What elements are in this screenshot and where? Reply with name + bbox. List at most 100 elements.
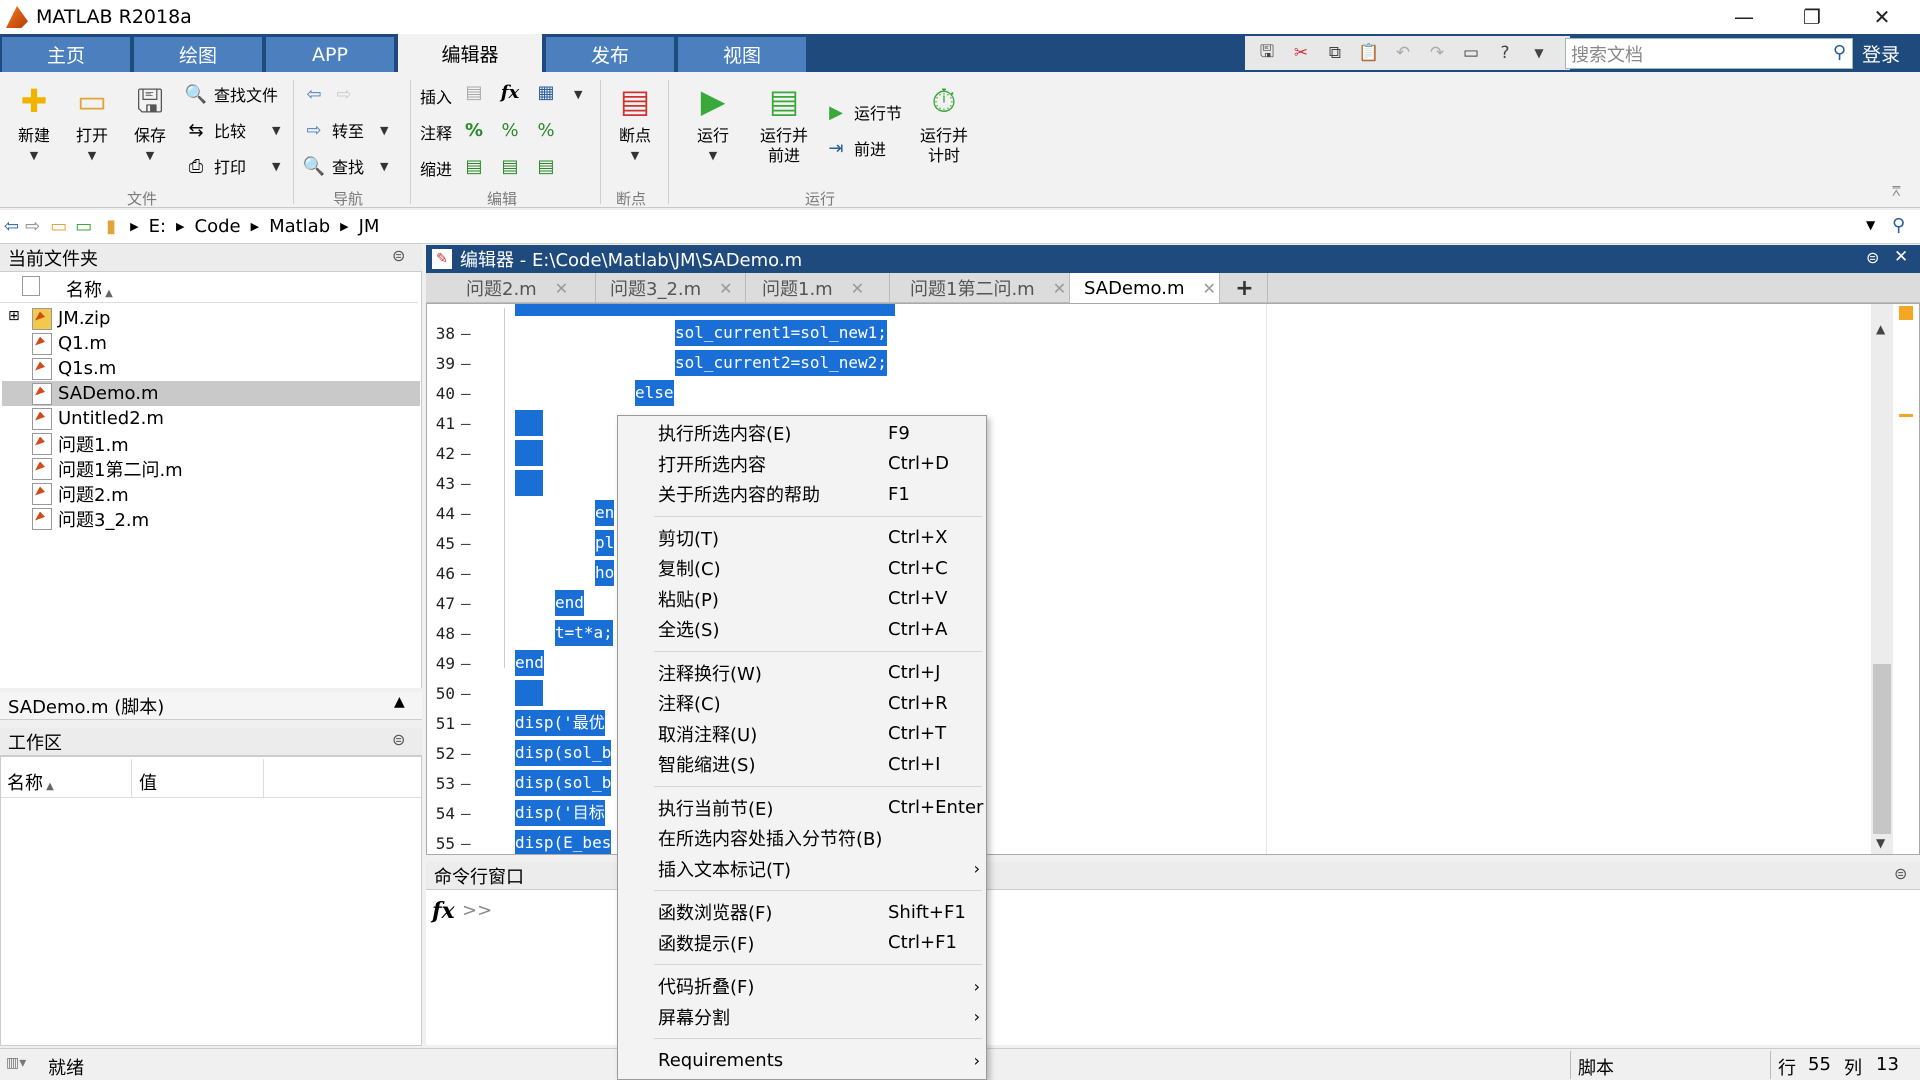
code-line[interactable]: disp(E_bes xyxy=(515,830,612,854)
file-list-item[interactable]: ⊞ JM.zip xyxy=(2,306,420,331)
file-list-item[interactable]: Q1.m xyxy=(2,331,420,356)
menu-item[interactable]: 插入文本标记(T) › xyxy=(618,854,986,884)
advance-button[interactable]: ⇥ 前进 xyxy=(824,136,886,160)
search-docs-input[interactable]: 搜索文档 ⚲ xyxy=(1565,38,1853,69)
browse-folder-icon[interactable]: ▭ xyxy=(75,216,92,237)
code-line[interactable] xyxy=(515,470,543,496)
menu-item[interactable]: 全选(S) Ctrl+A xyxy=(618,614,986,644)
tab-home[interactable]: 主页 xyxy=(2,37,130,72)
code-line[interactable]: disp(sol_b xyxy=(515,770,612,796)
file-list-item[interactable]: Q1s.m xyxy=(2,356,420,381)
insert-section-icon[interactable]: ▤ xyxy=(462,80,486,104)
breadcrumb-jm[interactable]: JM xyxy=(359,216,380,237)
decrease-indent-icon[interactable]: ▤ xyxy=(534,154,558,178)
menu-item[interactable]: 函数提示(F) Ctrl+F1 xyxy=(618,928,986,958)
code-line[interactable]: en xyxy=(595,500,615,526)
vertical-scrollbar[interactable]: ▲ ▼ xyxy=(1871,304,1893,854)
insert-function-icon[interactable]: ▦ xyxy=(534,80,558,104)
code-line[interactable]: pl xyxy=(595,530,615,556)
menu-item[interactable]: 屏幕分割 › xyxy=(618,1002,986,1032)
file-list-item[interactable]: 问题1第二问.m xyxy=(2,456,420,481)
run-and-advance-button[interactable]: ▤ 运行并 前进 xyxy=(756,82,812,166)
menu-item[interactable]: 注释(C) Ctrl+R xyxy=(618,688,986,718)
code-line[interactable]: sol_current2=sol_new2; xyxy=(675,350,887,376)
menu-item[interactable]: 复制(C) Ctrl+C xyxy=(618,553,986,583)
menu-item[interactable]: 智能缩进(S) Ctrl+I xyxy=(618,749,986,779)
menu-item[interactable]: 注释换行(W) Ctrl+J xyxy=(618,658,986,688)
add-tab-button[interactable]: + xyxy=(1222,273,1268,303)
find-button[interactable]: 🔍 查找 ▼ xyxy=(302,154,389,178)
close-tab-icon[interactable]: ✕ xyxy=(719,279,732,298)
chevron-down-icon[interactable]: ▼ xyxy=(574,88,582,101)
close-tab-icon[interactable]: ✕ xyxy=(1203,279,1216,298)
login-button[interactable]: 登录 xyxy=(1862,40,1900,67)
paste-icon[interactable]: 📋 xyxy=(1355,40,1383,66)
search-icon[interactable]: ⚲ xyxy=(1833,42,1846,63)
scroll-up-icon[interactable]: ▲ xyxy=(1876,322,1885,336)
file-list-item[interactable]: SADemo.m xyxy=(2,381,420,406)
address-dropdown-icon[interactable]: ▼ xyxy=(1866,218,1875,232)
code-line[interactable]: ho xyxy=(595,560,615,586)
expand-icon[interactable]: ⊞ xyxy=(8,308,20,324)
file-list-item[interactable]: 问题1.m xyxy=(2,431,420,456)
code-line[interactable] xyxy=(515,440,543,466)
code-line[interactable]: sol_current1=sol_new1; xyxy=(675,320,887,346)
save-button[interactable]: 🖫 保存 ▼ xyxy=(128,82,172,166)
editor-tab[interactable]: 问题2.m ✕ xyxy=(446,273,596,303)
workspace-value-header[interactable]: 值 xyxy=(139,769,157,795)
code-line[interactable]: t=t*a; xyxy=(555,620,613,646)
editor-tab[interactable]: 问题1第二问.m ✕ xyxy=(890,273,1070,303)
panel-menu-icon[interactable]: ⊜ xyxy=(1894,864,1907,883)
forward-icon[interactable]: ⇨ xyxy=(25,216,40,237)
menu-item[interactable]: 关于所选内容的帮助 F1 xyxy=(618,479,986,509)
redo-icon[interactable]: ↷ xyxy=(1423,40,1451,66)
code-line[interactable]: disp('目标 xyxy=(515,800,605,826)
menu-item[interactable]: Requirements › xyxy=(618,1045,986,1075)
menu-item[interactable]: 函数浏览器(F) Shift+F1 xyxy=(618,897,986,927)
help-icon[interactable]: ? xyxy=(1491,40,1519,66)
compare-button[interactable]: ⇆ 比较 ▼ xyxy=(184,118,280,142)
percent-icon[interactable]: % xyxy=(462,118,486,142)
menu-item[interactable]: 执行当前节(E) Ctrl+Enter xyxy=(618,793,986,823)
new-button[interactable]: ✚ 新建 ▼ xyxy=(12,82,56,166)
increase-indent-icon[interactable]: ▤ xyxy=(498,154,522,178)
wrap-comment-icon[interactable]: % xyxy=(534,118,558,142)
code-line[interactable]: disp(sol_b xyxy=(515,740,612,766)
run-section-button[interactable]: ▶ 运行节 xyxy=(824,100,902,124)
tab-view[interactable]: 视图 xyxy=(678,37,806,72)
close-tab-icon[interactable]: ✕ xyxy=(1053,279,1066,298)
panel-menu-icon[interactable]: ⊜ xyxy=(392,246,405,265)
fx-icon[interactable]: fx xyxy=(498,80,522,104)
scroll-down-icon[interactable]: ▼ xyxy=(1876,836,1885,850)
find-files-button[interactable]: 🔍 查找文件 xyxy=(184,82,278,106)
goto-button[interactable]: ⇨ 转至 ▼ xyxy=(302,118,388,142)
menu-item[interactable]: 粘贴(P) Ctrl+V xyxy=(618,584,986,614)
menu-item[interactable]: 执行所选内容(E) F9 xyxy=(618,418,986,448)
scrollbar-thumb[interactable] xyxy=(1873,664,1891,834)
uncomment-icon[interactable]: % xyxy=(498,118,522,142)
run-button[interactable]: ▶ 运行 ▼ xyxy=(690,82,736,166)
menu-item[interactable]: 在所选内容处插入分节符(B) xyxy=(618,823,986,853)
breadcrumb-matlab[interactable]: Matlab xyxy=(269,216,330,237)
run-and-time-button[interactable]: ⏱ 运行并 计时 xyxy=(916,82,972,166)
back-icon[interactable]: ⇦ xyxy=(4,216,19,237)
switch-windows-icon[interactable]: ▭ xyxy=(1457,40,1485,66)
breadcrumb-code[interactable]: Code xyxy=(195,216,241,237)
code-line[interactable]: end xyxy=(555,590,584,616)
code-line[interactable]: end xyxy=(515,650,544,676)
open-button[interactable]: ▭ 打开 ▼ xyxy=(70,82,114,166)
code-line[interactable] xyxy=(515,680,543,706)
file-list-item[interactable]: Untitled2.m xyxy=(2,406,420,431)
search-folder-icon[interactable]: ⚲ xyxy=(1892,215,1905,236)
insert-button[interactable]: 插入 xyxy=(420,84,452,108)
code-line[interactable]: disp('最优 xyxy=(515,710,605,736)
panel-menu-icon[interactable]: ⊜ xyxy=(392,730,405,749)
tab-apps[interactable]: APP xyxy=(266,37,394,72)
code-line[interactable]: else xyxy=(635,380,674,406)
code-line[interactable] xyxy=(515,410,543,436)
editor-tab-active[interactable]: SADemo.m ✕ xyxy=(1070,273,1220,303)
menu-item[interactable]: 打开所选内容 Ctrl+D xyxy=(618,449,986,479)
fx-icon[interactable]: fx xyxy=(432,898,455,924)
code-analyzer-warning-icon[interactable] xyxy=(1899,306,1913,320)
print-button[interactable]: ⎙ 打印 ▼ xyxy=(184,154,281,178)
